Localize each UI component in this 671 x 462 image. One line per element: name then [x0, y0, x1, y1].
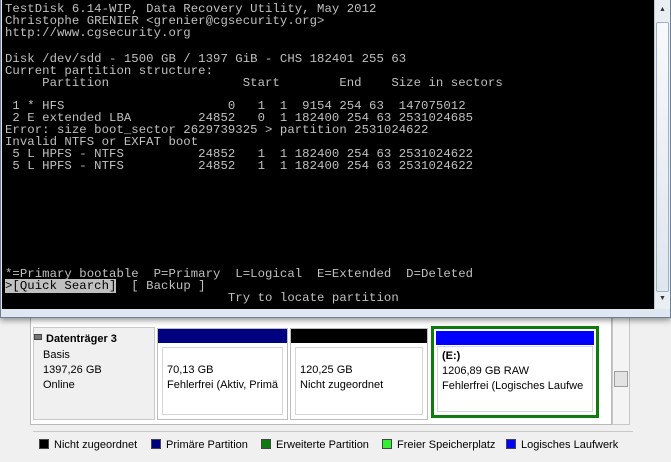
partition-size: 1206,89 GB RAW — [442, 365, 530, 377]
partition-size: 70,13 GB — [167, 364, 214, 376]
console-window: TestDisk 6.14-WIP, Data Recovery Utility… — [0, 0, 671, 318]
scroll-down-icon[interactable]: ▼ — [656, 291, 669, 307]
console-line-columns: Partition Start End Size in sectors — [5, 76, 503, 90]
legend-item-logical: Logisches Laufwerk — [506, 439, 618, 451]
legend-item-extended: Erweiterte Partition — [261, 439, 369, 451]
legend-swatch — [382, 439, 392, 449]
partition-color-bar — [436, 331, 594, 345]
legend-item-free-space: Freier Speicherplatz — [382, 439, 495, 451]
scroll-up-icon[interactable]: ▲ — [656, 2, 669, 18]
legend-swatch — [506, 439, 516, 449]
legend-item-unallocated: Nicht zugeordnet — [39, 439, 137, 451]
legend-label: Logisches Laufwerk — [521, 439, 619, 451]
partition-size: 120,25 GB — [300, 364, 353, 376]
legend-label: Freier Speicherplatz — [397, 439, 496, 451]
partition-status: Fehlerfrei (Logisches Laufwe — [442, 380, 584, 392]
disk-size: 1397,26 GB — [43, 364, 102, 376]
legend-label: Erweiterte Partition — [276, 439, 369, 451]
legend-swatch — [151, 439, 161, 449]
partition-primary[interactable]: 70,13 GB Fehlerfrei (Aktiv, Primä — [157, 328, 288, 420]
disk-type: Basis — [43, 349, 70, 361]
partition-logical-selected[interactable]: (E:) 1206,89 GB RAW Fehlerfrei (Logische… — [431, 326, 599, 418]
partition-row: 5 L HPFS - NTFS 24852 1 1 182400 254 63 … — [5, 159, 474, 173]
partition-details: 120,25 GB Nicht zugeordnet — [295, 347, 423, 415]
partition-unallocated[interactable]: 120,25 GB Nicht zugeordnet — [290, 328, 428, 420]
partition-status: Fehlerfrei (Aktiv, Primä — [167, 379, 279, 391]
partition-color-bar — [158, 329, 287, 343]
legend-bar: Nicht zugeordnet Primäre Partition Erwei… — [33, 431, 633, 455]
legend-label: Nicht zugeordnet — [54, 439, 138, 451]
disk-view-scrollbar[interactable] — [612, 315, 630, 425]
scrollbar-thumb[interactable] — [656, 22, 669, 292]
legend-item-primary: Primäre Partition — [151, 439, 248, 451]
partition-details: (E:) 1206,89 GB RAW Fehlerfrei (Logische… — [437, 346, 593, 412]
partition-status: Nicht zugeordnet — [300, 379, 384, 391]
disk-name: Datenträger 3 — [46, 333, 117, 345]
console-line-hint: Try to locate partition — [5, 291, 399, 305]
partition-details: 70,13 GB Fehlerfrei (Aktiv, Primä — [162, 347, 283, 415]
console-output[interactable]: TestDisk 6.14-WIP, Data Recovery Utility… — [2, 0, 654, 309]
disk-status: Online — [43, 379, 75, 391]
partition-color-bar — [291, 329, 427, 343]
legend-swatch — [39, 439, 49, 449]
disk-icon — [34, 334, 42, 340]
legend-label: Primäre Partition — [166, 439, 248, 451]
scrollbar-thumb[interactable] — [614, 371, 628, 387]
disk-info-panel[interactable]: Datenträger 3 Basis 1397,26 GB Online — [33, 327, 155, 420]
console-line-url: http://www.cgsecurity.org — [5, 26, 191, 40]
legend-swatch — [261, 439, 271, 449]
console-scrollbar[interactable]: ▲ ▼ — [654, 0, 670, 309]
partition-label: (E:) — [442, 350, 461, 362]
